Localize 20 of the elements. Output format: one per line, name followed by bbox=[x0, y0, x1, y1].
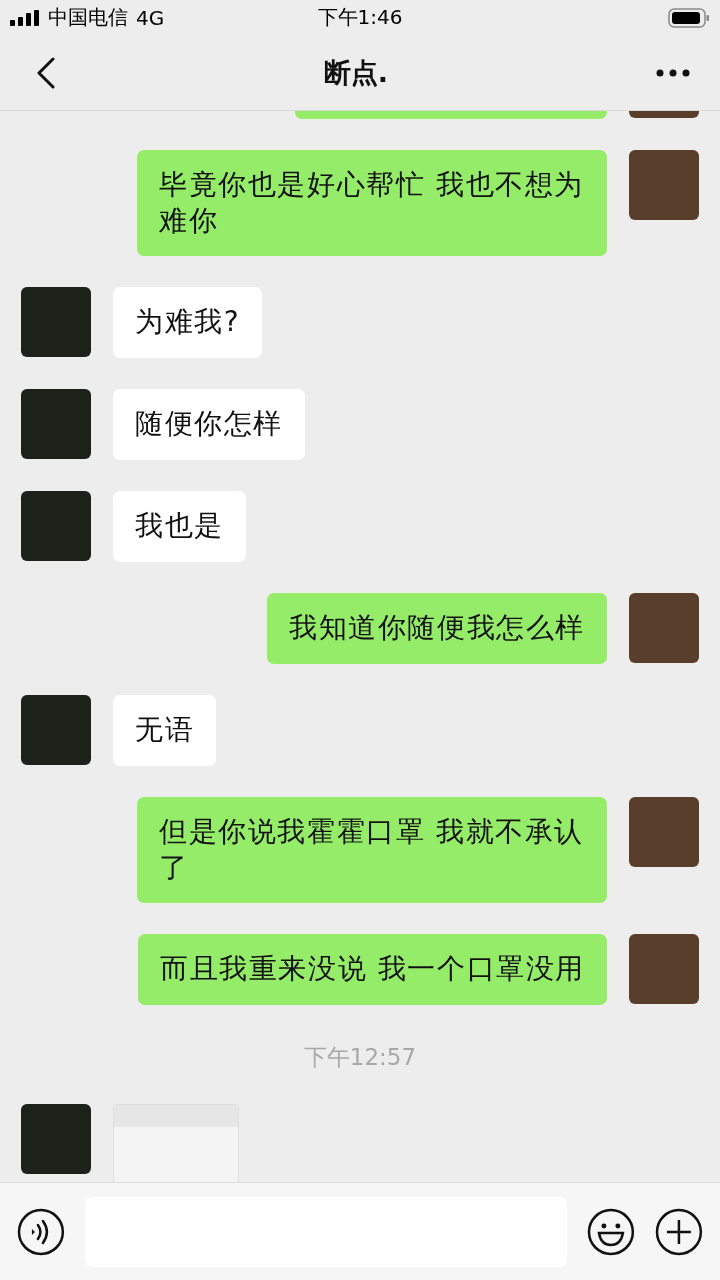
battery-icon bbox=[668, 7, 710, 28]
message-bubble: 而且我重来没说 我一个口罩没用 bbox=[138, 934, 607, 1005]
network-type: 4G bbox=[136, 5, 165, 30]
status-time: 下午1:46 bbox=[317, 4, 403, 31]
emoji-icon[interactable] bbox=[587, 1207, 636, 1256]
message-bubble: 我知道你随便我怎么样 bbox=[267, 593, 607, 664]
message-bubble: 我也是 bbox=[113, 491, 246, 562]
timestamp: 下午12:57 bbox=[303, 1043, 417, 1072]
voice-icon[interactable] bbox=[17, 1207, 65, 1256]
plus-icon[interactable] bbox=[655, 1207, 703, 1256]
chat-title: 断点. bbox=[323, 55, 389, 90]
more-icon[interactable] bbox=[656, 68, 690, 77]
message-bubble: 为难我? bbox=[113, 287, 263, 358]
signal-icon bbox=[10, 9, 40, 26]
carrier-name: 中国电信 bbox=[48, 4, 128, 31]
back-icon[interactable] bbox=[36, 56, 56, 89]
message-bubble: 但是你说我霍霍口罩 我就不承认了 bbox=[137, 797, 607, 903]
message-bubble: 无语 bbox=[113, 695, 217, 766]
message-bubble: 随便你怎样 bbox=[113, 389, 305, 460]
message-bubble: 毕竟你也是好心帮忙 我也不想为难你 bbox=[137, 150, 607, 256]
